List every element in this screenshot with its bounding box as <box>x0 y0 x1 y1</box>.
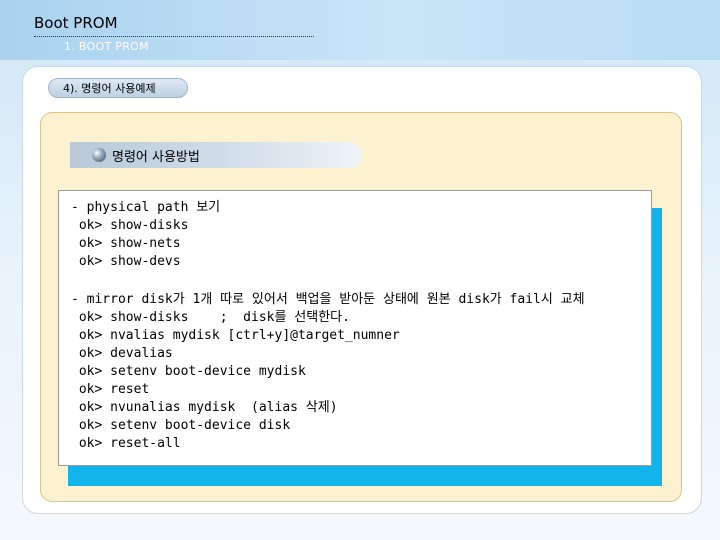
code-line: ok> reset-all <box>71 436 181 451</box>
code-line: ok> show-nets <box>71 236 181 251</box>
section-label: 4). 명령어 사용예제 <box>48 78 188 98</box>
code-line: - physical path 보기 <box>71 200 221 215</box>
title-divider <box>34 36 314 37</box>
card-heading: 명령어 사용방법 <box>112 150 200 165</box>
code-line: - mirror disk가 1개 따로 있어서 백업을 받아둔 상태에 원본 … <box>71 292 585 307</box>
bullet-icon <box>92 148 106 162</box>
code-line: ok> devalias <box>71 346 173 361</box>
code-line: ok> nvalias mydisk [ctrl+y]@target_numne… <box>71 328 400 343</box>
page-title: Boot PROM <box>34 14 118 32</box>
code-line: ok> setenv boot-device disk <box>71 418 291 433</box>
code-line: ok> setenv boot-device mydisk <box>71 364 306 379</box>
code-line: ok> show-disks ; disk를 선택한다. <box>71 310 350 325</box>
page-subtitle: 1. BOOT PROM <box>64 40 149 53</box>
code-line: ok> show-disks <box>71 218 189 233</box>
code-line: ok> nvunalias mydisk (alias 삭제) <box>71 400 338 415</box>
code-box: - physical path 보기 ok> show-disks ok> sh… <box>58 190 652 466</box>
code-line: ok> show-devs <box>71 254 181 269</box>
code-line: ok> reset <box>71 382 150 397</box>
